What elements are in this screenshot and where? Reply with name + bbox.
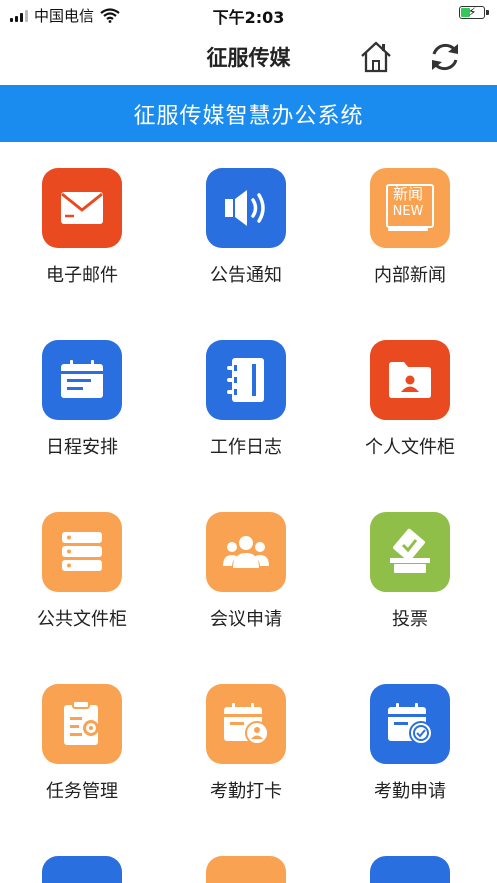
- tile-label: 公告通知: [210, 265, 282, 286]
- task-icon: [42, 684, 122, 764]
- tile-label: 任务管理: [46, 781, 118, 802]
- partial-icon: [42, 856, 122, 883]
- tile-label: 电子邮件: [46, 265, 118, 286]
- news-icon-new: NEW: [392, 204, 424, 219]
- tile-news[interactable]: 新闻 NEW 内部新闻: [330, 168, 490, 340]
- banner-text: 征服传媒智慧办公系统: [133, 103, 364, 129]
- battery-icon: ⚡: [459, 5, 489, 19]
- tile-public-cabinet[interactable]: 公共文件柜: [2, 512, 162, 684]
- partial-icon: [206, 856, 286, 883]
- tile-partial[interactable]: [2, 856, 162, 883]
- refresh-button[interactable]: [425, 37, 465, 77]
- page-title: 征服传媒: [206, 46, 291, 70]
- notebook-icon: [206, 340, 286, 420]
- status-time: 下午2:03: [212, 8, 285, 27]
- refresh-icon: [432, 43, 458, 71]
- group-icon: [206, 512, 286, 592]
- calendar-icon: [42, 340, 122, 420]
- tile-label: 考勤打卡: [210, 781, 282, 802]
- tile-label: 考勤申请: [374, 781, 446, 802]
- tile-partial[interactable]: [330, 856, 490, 883]
- tile-notice[interactable]: 公告通知: [166, 168, 326, 340]
- tile-schedule[interactable]: 日程安排: [2, 340, 162, 512]
- system-banner: 征服传媒智慧办公系统: [0, 85, 497, 142]
- news-icon: 新闻 NEW: [370, 168, 450, 248]
- tile-clock-in[interactable]: 考勤打卡: [166, 684, 326, 856]
- server-icon: [42, 512, 122, 592]
- tile-personal-cabinet[interactable]: 个人文件柜: [330, 340, 490, 512]
- tile-label: 日程安排: [46, 437, 118, 458]
- tile-partial[interactable]: [166, 856, 326, 883]
- news-icon-text: 新闻: [392, 185, 423, 203]
- tile-label: 个人文件柜: [365, 437, 455, 458]
- mail-icon: [42, 168, 122, 248]
- vote-icon: [370, 512, 450, 592]
- tile-label: 工作日志: [210, 437, 282, 458]
- tile-label: 公共文件柜: [37, 609, 127, 630]
- tile-task-management[interactable]: 任务管理: [2, 684, 162, 856]
- tile-vote[interactable]: 投票: [330, 512, 490, 684]
- tile-email[interactable]: 电子邮件: [2, 168, 162, 340]
- tile-attendance-request[interactable]: 考勤申请: [330, 684, 490, 856]
- tile-meeting-request[interactable]: 会议申请: [166, 512, 326, 684]
- partial-icon: [370, 856, 450, 883]
- tile-label: 投票: [392, 609, 428, 630]
- home-button[interactable]: [356, 37, 396, 77]
- home-icon: [361, 41, 391, 73]
- status-bar: 中国电信 下午2:03 ⚡: [0, 0, 497, 30]
- user-folder-icon: [370, 340, 450, 420]
- nav-bar: 征服传媒: [0, 30, 497, 84]
- tile-work-log[interactable]: 工作日志: [166, 340, 326, 512]
- tile-label: 内部新闻: [374, 265, 446, 286]
- speaker-icon: [206, 168, 286, 248]
- clock-in-icon: [206, 684, 286, 764]
- tile-label: 会议申请: [210, 609, 282, 630]
- attendance-request-icon: [370, 684, 450, 764]
